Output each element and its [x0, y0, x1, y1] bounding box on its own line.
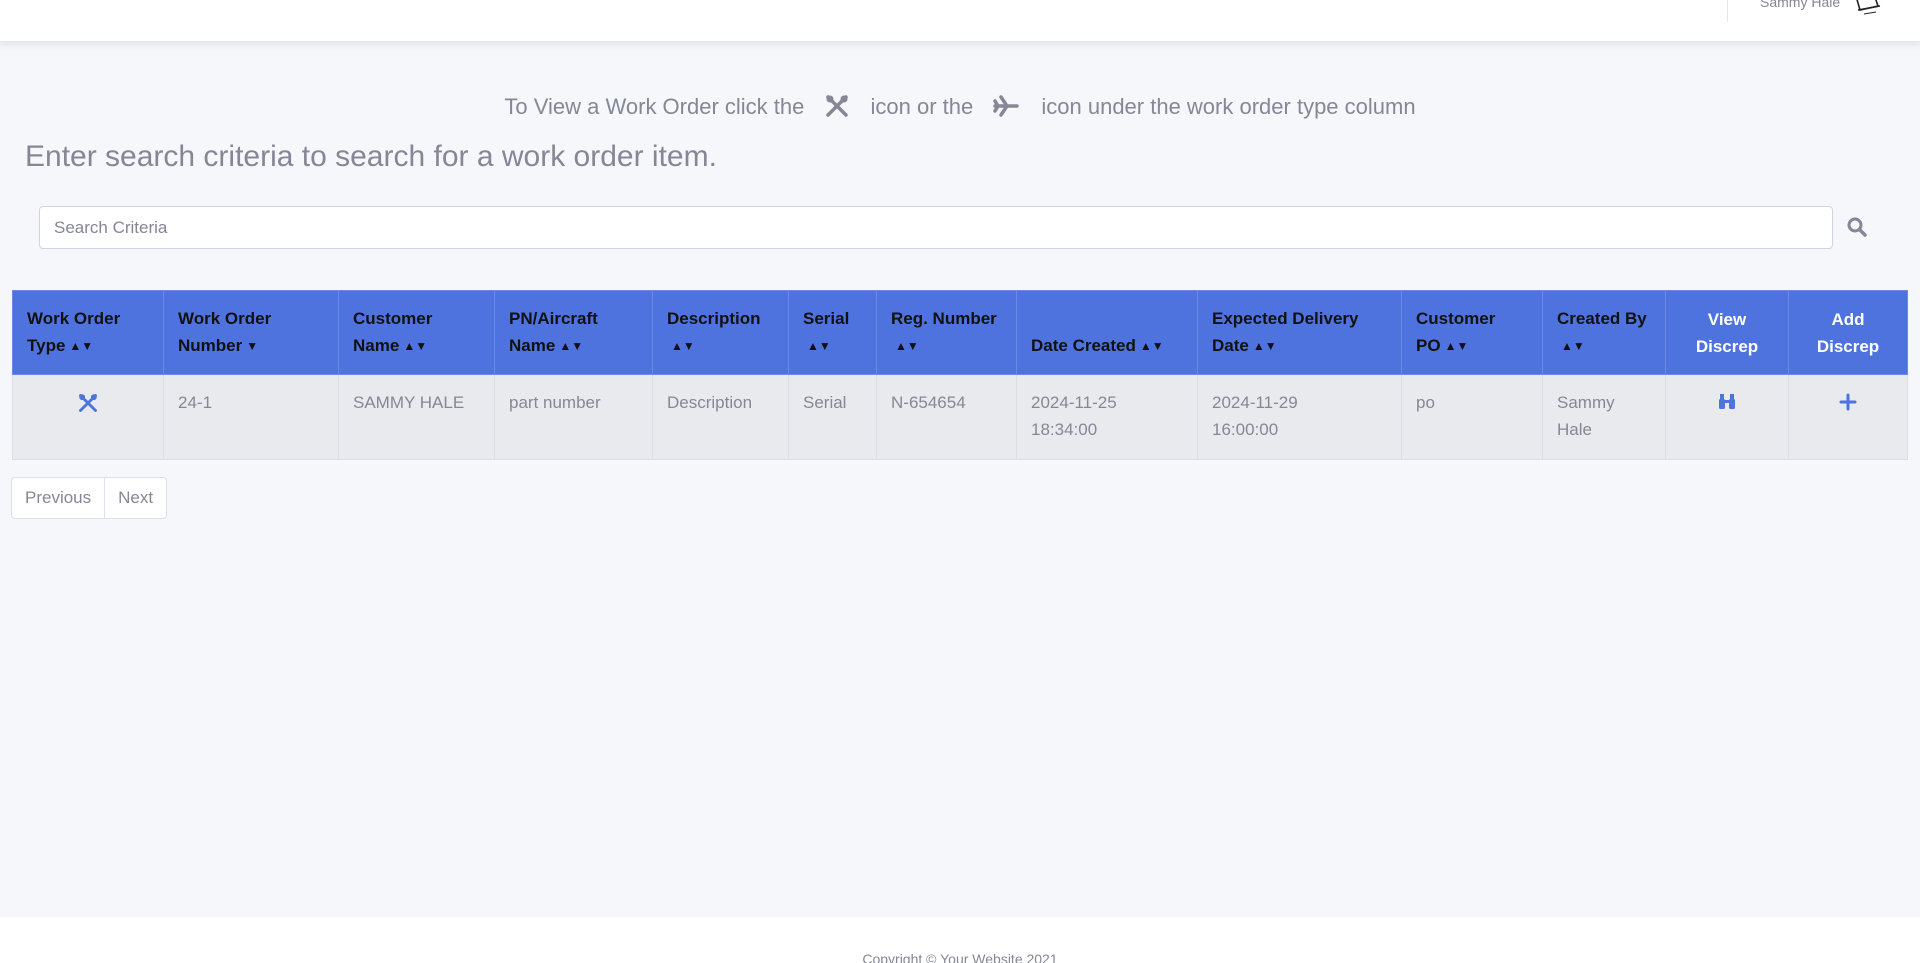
cell-customer-name: SAMMY HALE	[338, 374, 495, 460]
pagination: Previous Next	[11, 477, 168, 519]
cell-created-by: Sammy Hale	[1542, 374, 1666, 460]
sort-icon[interactable]: ▲▼	[559, 333, 583, 360]
next-button[interactable]: Next	[104, 478, 166, 518]
instruction-part1: To View a Work Order click the	[504, 94, 805, 119]
cell-add-discrep	[1788, 374, 1908, 460]
sort-icon[interactable]: ▲▼	[807, 333, 831, 360]
search-field-wrapper	[39, 206, 1833, 249]
cell-expected-delivery-date: 2024-11-29 16:00:00	[1197, 374, 1402, 460]
header-view-discrep: View Discrep	[1665, 290, 1789, 375]
previous-button[interactable]: Previous	[12, 478, 104, 518]
cell-work-order-type	[12, 374, 164, 460]
instruction-text: To View a Work Order click the icon or t…	[0, 94, 1920, 124]
sort-icon[interactable]: ▲▼	[1445, 333, 1469, 360]
header-created-by[interactable]: Created By ▲▼	[1542, 290, 1666, 375]
sort-icon[interactable]: ▲▼	[69, 333, 93, 360]
cell-work-order-number: 24-1	[163, 374, 339, 460]
cell-date-created: 2024-11-25 18:34:00	[1016, 374, 1198, 460]
sort-icon[interactable]: ▲▼	[403, 333, 427, 360]
header-customer-po[interactable]: Customer PO ▲▼	[1401, 290, 1543, 375]
header-serial[interactable]: Serial ▲▼	[788, 290, 877, 375]
sort-icon[interactable]: ▲▼	[671, 333, 695, 360]
cell-serial: Serial	[788, 374, 877, 460]
header-expected-delivery-date[interactable]: Expected Delivery Date ▲▼	[1197, 290, 1402, 375]
header-description[interactable]: Description ▲▼	[652, 290, 789, 375]
footer: Copyright © Your Website 2021	[0, 917, 1920, 963]
search-input[interactable]	[40, 207, 1832, 248]
sort-icon[interactable]: ▲▼	[895, 333, 919, 360]
sort-icon[interactable]: ▲▼	[1140, 333, 1164, 360]
header-reg-number[interactable]: Reg. Number ▲▼	[876, 290, 1017, 375]
cell-customer-po: po	[1401, 374, 1543, 460]
table-row: 24-1 SAMMY HALE part number Description …	[12, 374, 1908, 460]
tools-icon	[825, 94, 849, 124]
search-icon[interactable]	[1845, 215, 1869, 239]
header-customer-name[interactable]: Customer Name ▲▼	[338, 290, 495, 375]
plus-icon[interactable]	[1839, 393, 1857, 411]
sort-desc-icon[interactable]: ▼	[246, 333, 258, 360]
header-pn-aircraft-name[interactable]: PN/Aircraft Name ▲▼	[494, 290, 653, 375]
work-order-table: Work Order Type ▲▼ Work Order Number ▼ Custo…	[12, 290, 1908, 460]
binoculars-icon[interactable]	[1717, 393, 1737, 411]
tools-icon[interactable]	[78, 393, 98, 413]
plane-icon	[993, 94, 1020, 124]
cell-view-discrep	[1665, 374, 1789, 460]
cell-reg-number: N-654654	[876, 374, 1017, 460]
cell-pn-aircraft-name: part number	[494, 374, 653, 460]
cell-description: Description	[652, 374, 789, 460]
instruction-part2: icon or the	[870, 94, 974, 119]
avatar-icon[interactable]	[1852, 0, 1882, 20]
table-header-row: Work Order Type ▲▼ Work Order Number ▼ Custo…	[12, 290, 1908, 375]
page-heading: Enter search criteria to search for a wo…	[25, 140, 717, 173]
copyright-text: Copyright © Your Website 2021	[862, 951, 1058, 963]
topbar-divider	[1727, 0, 1728, 22]
header-add-discrep: Add Discrep	[1788, 290, 1908, 375]
header-date-created[interactable]: Date Created ▲▼	[1016, 290, 1198, 375]
header-work-order-number[interactable]: Work Order Number ▼	[163, 290, 339, 375]
sort-icon[interactable]: ▲▼	[1253, 333, 1277, 360]
user-name[interactable]: Sammy Hale	[1760, 0, 1840, 10]
sort-icon[interactable]: ▲▼	[1561, 333, 1585, 360]
topbar: Sammy Hale	[0, 0, 1920, 41]
instruction-part3: icon under the work order type column	[1041, 94, 1416, 119]
header-work-order-type[interactable]: Work Order Type ▲▼	[12, 290, 164, 375]
